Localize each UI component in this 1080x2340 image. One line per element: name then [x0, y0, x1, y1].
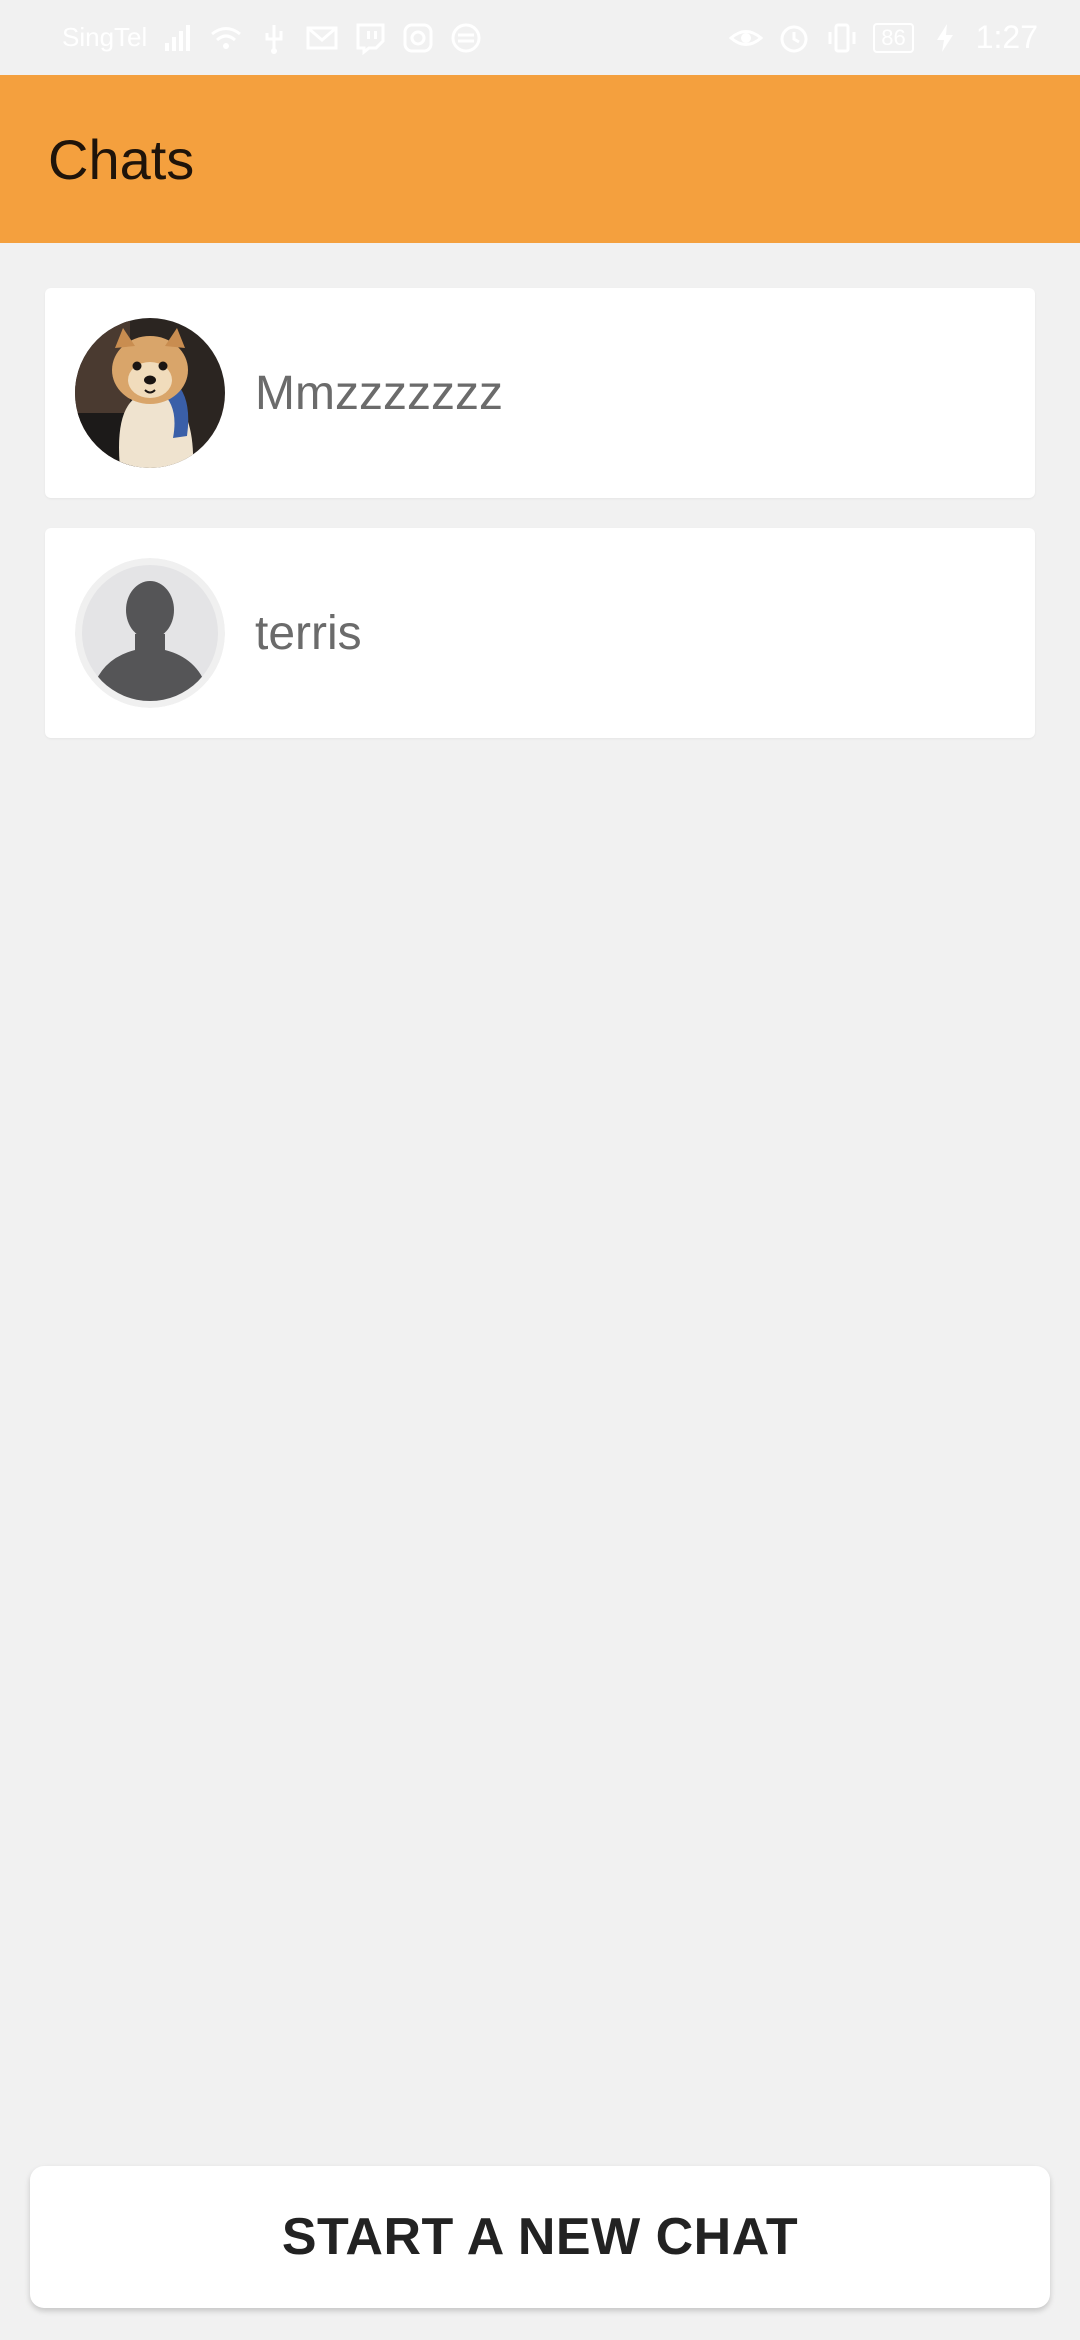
battery-icon: 86 [873, 22, 914, 53]
chat-item-mmzzzzzzz[interactable]: Mmzzzzzzz [45, 288, 1035, 498]
status-bar: SingTel 86 1:27 [0, 0, 1080, 75]
vibrate-icon [825, 21, 859, 55]
status-right: 86 1:27 [729, 19, 1038, 56]
charging-icon [928, 21, 962, 55]
twitch-icon [353, 21, 387, 55]
battery-level: 86 [873, 22, 914, 53]
default-person-avatar [75, 558, 225, 708]
chat-name: Mmzzzzzzz [255, 366, 503, 420]
chat-item-terris[interactable]: terris [45, 528, 1035, 738]
mail-icon [305, 21, 339, 55]
signal-icon [161, 21, 195, 55]
start-new-chat-button[interactable]: START A NEW CHAT [30, 2166, 1050, 2308]
carrier-label: SingTel [62, 22, 148, 52]
app-bar: Chats [0, 75, 1080, 243]
chats-screen: SingTel 86 1:27 Chats Mmzzzzzzz terris S… [0, 0, 1080, 2340]
usb-icon [257, 21, 291, 55]
eye-icon [729, 21, 764, 55]
chat-name: terris [255, 606, 362, 660]
status-left: SingTel [62, 21, 483, 55]
alarm-icon [777, 21, 811, 55]
sync-icon [449, 21, 483, 55]
app-icon [401, 21, 435, 55]
page-title: Chats [48, 127, 195, 191]
wifi-icon [209, 21, 243, 55]
dog-photo-avatar [75, 318, 225, 468]
status-time: 1:27 [975, 19, 1038, 55]
chat-list: Mmzzzzzzz terris [45, 288, 1035, 738]
